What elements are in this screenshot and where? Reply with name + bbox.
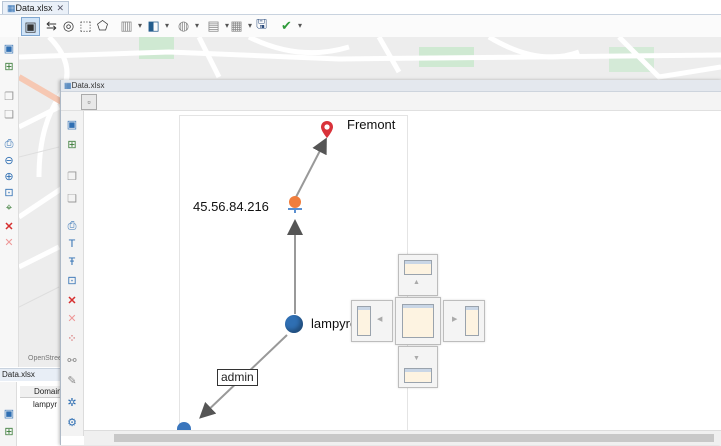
graph-view-icon[interactable]: ⊞ [2,424,16,438]
select-mode-icon[interactable]: ▣ [21,17,40,36]
graph-toolbar: ▫ [61,92,721,111]
table-cell[interactable]: lampyr [33,400,57,409]
delete-all-icon[interactable]: ✕ [2,235,16,249]
floating-window-tab[interactable]: ▦Data.xlsx [61,80,107,91]
select-mode-icon[interactable]: ▫ [81,94,97,110]
grid-layout-icon[interactable]: ▦ [228,17,252,34]
fit-view-icon[interactable]: ⊡ [2,185,16,199]
polygon-shape-icon[interactable]: ⬠ [94,17,111,34]
map-layers-icon[interactable]: ◧ [145,17,169,34]
layout-tree-icon[interactable]: ✲ [65,395,79,409]
dock-center-button[interactable] [395,297,441,345]
arrow-down-icon: ▼ [413,355,420,362]
graph-tool-strip: ▣ ⊞ ❐ ❏ ⎙ T Ŧ ⊡ ✕ ✕ ⁘ ⚯ ✎ ✲ ⚙ [61,111,84,436]
arrow-up-icon: ▲ [413,279,420,286]
map-view-icon[interactable]: ▣ [2,406,16,420]
rectangle-shape-icon[interactable]: ⬚ [77,17,94,34]
paste-icon[interactable]: ❏ [2,107,16,121]
node-label-ip[interactable]: 45.56.84.216 [193,199,269,214]
document-tab-bar: ▦Data.xlsx ✕ [0,0,721,15]
layout-icon[interactable]: ▤ [205,17,229,34]
map-view-icon[interactable]: ▣ [2,41,16,55]
dock-top-button[interactable]: ▲ [398,254,438,296]
pin-tool-icon[interactable]: ✎ [65,373,79,387]
locate-icon[interactable]: ⌖ [2,201,16,215]
ip-address-icon[interactable] [287,196,303,214]
delete-all-icon[interactable]: ✕ [65,311,79,325]
dock-bottom-button[interactable]: ▼ [398,346,438,388]
document-tab[interactable]: ▦Data.xlsx ✕ [2,1,70,14]
graph-view-icon[interactable]: ⊞ [2,59,16,73]
dock-left-button[interactable]: ◀ [351,300,393,342]
print-icon[interactable]: ⎙ [65,219,79,233]
table-tab-title: Data.xlsx [2,370,35,379]
circle-shape-icon[interactable]: ◎ [60,17,77,34]
paste-icon[interactable]: ❏ [65,191,79,205]
checkmark-icon[interactable]: ✔ [278,17,302,34]
text-tool-icon[interactable]: T [65,237,79,251]
copy-icon[interactable]: ❐ [2,89,16,103]
connect-nodes-icon[interactable]: ⇆ [43,17,60,34]
layers-icon[interactable]: ▥ [118,17,142,34]
graph-canvas[interactable]: Fremont 45.56.84.216 lampyre.io admin ▲ … [84,111,721,433]
edge-label-admin[interactable]: admin [217,369,258,386]
save-icon[interactable]: 🖫 [253,16,270,34]
floating-window-title: Data.xlsx [71,81,105,90]
print-icon[interactable]: ⎙ [2,137,16,151]
link-icon[interactable]: ⚯ [65,353,79,367]
table-tool-strip: ▣ ⊞ [0,382,17,446]
horizontal-scrollbar[interactable] [84,430,721,445]
scrollbar-thumb[interactable] [114,434,714,442]
text-frame-icon[interactable]: Ŧ [65,255,79,269]
graph-view-icon[interactable]: ⊞ [65,137,79,151]
dock-right-button[interactable]: ▶ [443,300,485,342]
group-icon[interactable]: ⁘ [65,331,79,345]
delete-icon[interactable]: ✕ [65,293,79,307]
node-label-fremont[interactable]: Fremont [347,117,395,132]
map-toolbar: ▣ ⇆ ◎ ⬚ ⬠ ▥ ◧ ◍ ▤ ▦ 🖫 ✔ [0,15,721,38]
map-pin-icon[interactable] [321,121,333,139]
zoom-out-icon[interactable]: ⊖ [2,153,16,167]
dock-guide: ▲ ◀ ▶ ▼ [351,254,511,388]
domain-globe-icon[interactable] [285,315,303,333]
globe-icon[interactable]: ◍ [175,17,199,34]
close-icon[interactable]: ✕ [57,3,65,13]
floating-graph-window[interactable]: ▦Data.xlsx ▫ ▣ ⊞ ❐ ❏ ⎙ T Ŧ ⊡ ✕ ✕ ⁘ ⚯ ✎ ✲… [60,80,721,445]
map-view-icon[interactable]: ▣ [65,117,79,131]
arrow-right-icon: ▶ [452,316,458,323]
floating-window-titlebar[interactable]: ▦Data.xlsx [61,80,721,92]
left-tool-strip: ▣ ⊞ ❐ ❏ ⎙ ⊖ ⊕ ⊡ ⌖ ✕ ✕ [0,37,19,367]
delete-icon[interactable]: ✕ [2,219,16,233]
copy-icon[interactable]: ❐ [65,169,79,183]
edge-ip-fremont[interactable] [294,137,327,200]
table-file-icon: ▦ [7,3,16,13]
arrow-left-icon: ◀ [377,316,383,323]
document-tab-title: Data.xlsx [15,3,53,13]
layout-circle-icon[interactable]: ⚙ [65,415,79,429]
table-file-icon: ▦ [64,81,72,90]
fit-view-icon[interactable]: ⊡ [65,273,79,287]
zoom-in-icon[interactable]: ⊕ [2,169,16,183]
